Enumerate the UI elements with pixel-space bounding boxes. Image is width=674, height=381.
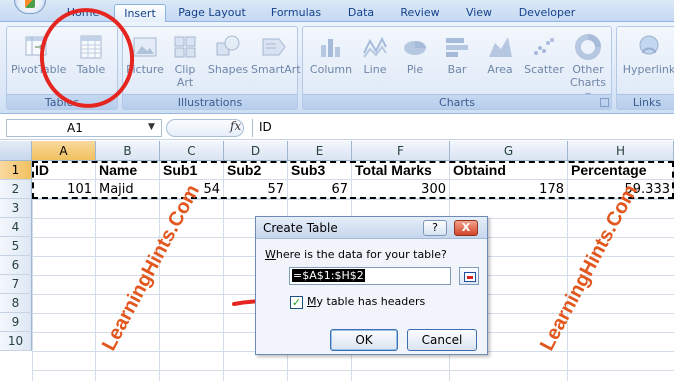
area-chart-button[interactable]: Area — [481, 33, 519, 76]
name-box[interactable]: A1 — [6, 119, 162, 137]
column-lines — [223, 199, 224, 381]
tab-data[interactable]: Data — [342, 4, 380, 22]
column-chart-icon — [317, 33, 345, 61]
cell-b2[interactable]: Majid — [96, 180, 160, 199]
tab-view[interactable]: View — [460, 4, 498, 22]
shapes-button[interactable]: Shapes — [207, 33, 249, 76]
group-illustrations: Picture Clip Art Shapes SmartArt Illustr… — [122, 26, 301, 110]
area-chart-icon — [486, 33, 514, 61]
row-header-3[interactable]: 3 — [0, 199, 32, 218]
tab-review[interactable]: Review — [396, 4, 444, 22]
shapes-icon — [214, 33, 242, 61]
column-header-b[interactable]: B — [96, 141, 160, 161]
column-header-g[interactable]: G — [450, 141, 568, 161]
cancel-button[interactable]: Cancel — [407, 329, 477, 351]
smartart-icon — [260, 33, 288, 61]
row-header-5[interactable]: 5 — [0, 237, 32, 256]
select-all-corner[interactable] — [0, 141, 32, 161]
formula-bar: A1 ▼ fx ID — [0, 116, 674, 140]
cell-c1[interactable]: Sub1 — [160, 161, 224, 180]
line-chart-icon — [361, 33, 389, 61]
row-header-9[interactable]: 9 — [0, 313, 32, 332]
row-header-7[interactable]: 7 — [0, 275, 32, 294]
hyperlink-button[interactable]: Hyperlink — [621, 33, 674, 76]
other-charts-button[interactable]: Other Charts ▾ — [567, 33, 609, 102]
row-header-1[interactable]: 1 — [0, 161, 32, 180]
formula-input[interactable]: ID — [252, 119, 674, 137]
range-input[interactable]: =$A$1:$H$2 — [289, 267, 451, 285]
hyperlink-icon — [635, 33, 663, 61]
column-header-e[interactable]: E — [288, 141, 352, 161]
group-label-illustrations: Illustrations — [123, 94, 297, 109]
cell-a2[interactable]: 101 — [32, 180, 96, 199]
row-header-8[interactable]: 8 — [0, 294, 32, 313]
clip-art-icon — [171, 33, 199, 61]
bar-chart-icon — [443, 33, 471, 61]
scatter-chart-icon — [530, 33, 558, 61]
dialog-close-button[interactable]: X — [454, 220, 478, 236]
cell-h1[interactable]: Percentage — [568, 161, 674, 180]
column-chart-button[interactable]: Column — [307, 33, 355, 76]
dialog-help-button[interactable]: ? — [423, 220, 447, 236]
tab-insert[interactable]: Insert — [114, 4, 166, 23]
cell-d2[interactable]: 57 — [224, 180, 288, 199]
tab-page-layout[interactable]: Page Layout — [176, 4, 248, 22]
cell-a1[interactable]: ID — [32, 161, 96, 180]
column-header-d[interactable]: D — [224, 141, 288, 161]
collapse-dialog-icon[interactable] — [459, 267, 479, 285]
picture-icon — [131, 33, 159, 61]
ok-button[interactable]: OK — [330, 329, 398, 351]
cell-f2[interactable]: 300 — [352, 180, 450, 199]
dialog-prompt: Where is the data for your table? — [265, 248, 447, 261]
cell-g1[interactable]: Obtaind — [450, 161, 568, 180]
cell-d1[interactable]: Sub2 — [224, 161, 288, 180]
group-charts: Column Line Pie Bar Area Scatter Other C… — [302, 26, 612, 110]
column-header-a[interactable]: A — [32, 141, 96, 161]
group-links: Hyperlink Links — [616, 26, 674, 110]
headers-checkbox[interactable]: ✓ — [290, 296, 303, 309]
row-header-2[interactable]: 2 — [0, 180, 32, 199]
pie-chart-icon — [401, 33, 429, 61]
bar-chart-button[interactable]: Bar — [439, 33, 475, 76]
row-header-4[interactable]: 4 — [0, 218, 32, 237]
column-lines — [95, 199, 96, 381]
dialog-title: Create Table — [256, 217, 487, 239]
row-header-6[interactable]: 6 — [0, 256, 32, 275]
smartart-button[interactable]: SmartArt — [251, 33, 301, 76]
cell-f1[interactable]: Total Marks — [352, 161, 450, 180]
insert-function-icon[interactable]: fx — [230, 119, 241, 133]
tab-developer[interactable]: Developer — [514, 4, 580, 22]
office-button[interactable] — [14, 0, 46, 14]
cell-b1[interactable]: Name — [96, 161, 160, 180]
group-label-charts: Charts — [303, 94, 611, 109]
cell-e1[interactable]: Sub3 — [288, 161, 352, 180]
doughnut-chart-icon — [574, 33, 602, 61]
pie-chart-button[interactable]: Pie — [397, 33, 433, 76]
cell-g2[interactable]: 178 — [450, 180, 568, 199]
clip-art-button[interactable]: Clip Art — [167, 33, 203, 89]
column-header-f[interactable]: F — [352, 141, 450, 161]
line-chart-button[interactable]: Line — [357, 33, 393, 76]
scatter-chart-button[interactable]: Scatter — [521, 33, 567, 76]
row-header-10[interactable]: 10 — [0, 332, 32, 351]
chevron-down-icon[interactable]: ▼ — [148, 122, 155, 132]
column-header-h[interactable]: H — [568, 141, 674, 161]
create-table-dialog: Create Table ? X Where is the data for y… — [255, 216, 488, 355]
tab-formulas[interactable]: Formulas — [264, 4, 328, 22]
charts-dialog-launcher-icon[interactable] — [600, 98, 609, 107]
column-header-c[interactable]: C — [160, 141, 224, 161]
group-label-links: Links — [617, 94, 674, 109]
cell-e2[interactable]: 67 — [288, 180, 352, 199]
headers-checkbox-label[interactable]: My table has headers — [307, 295, 425, 308]
